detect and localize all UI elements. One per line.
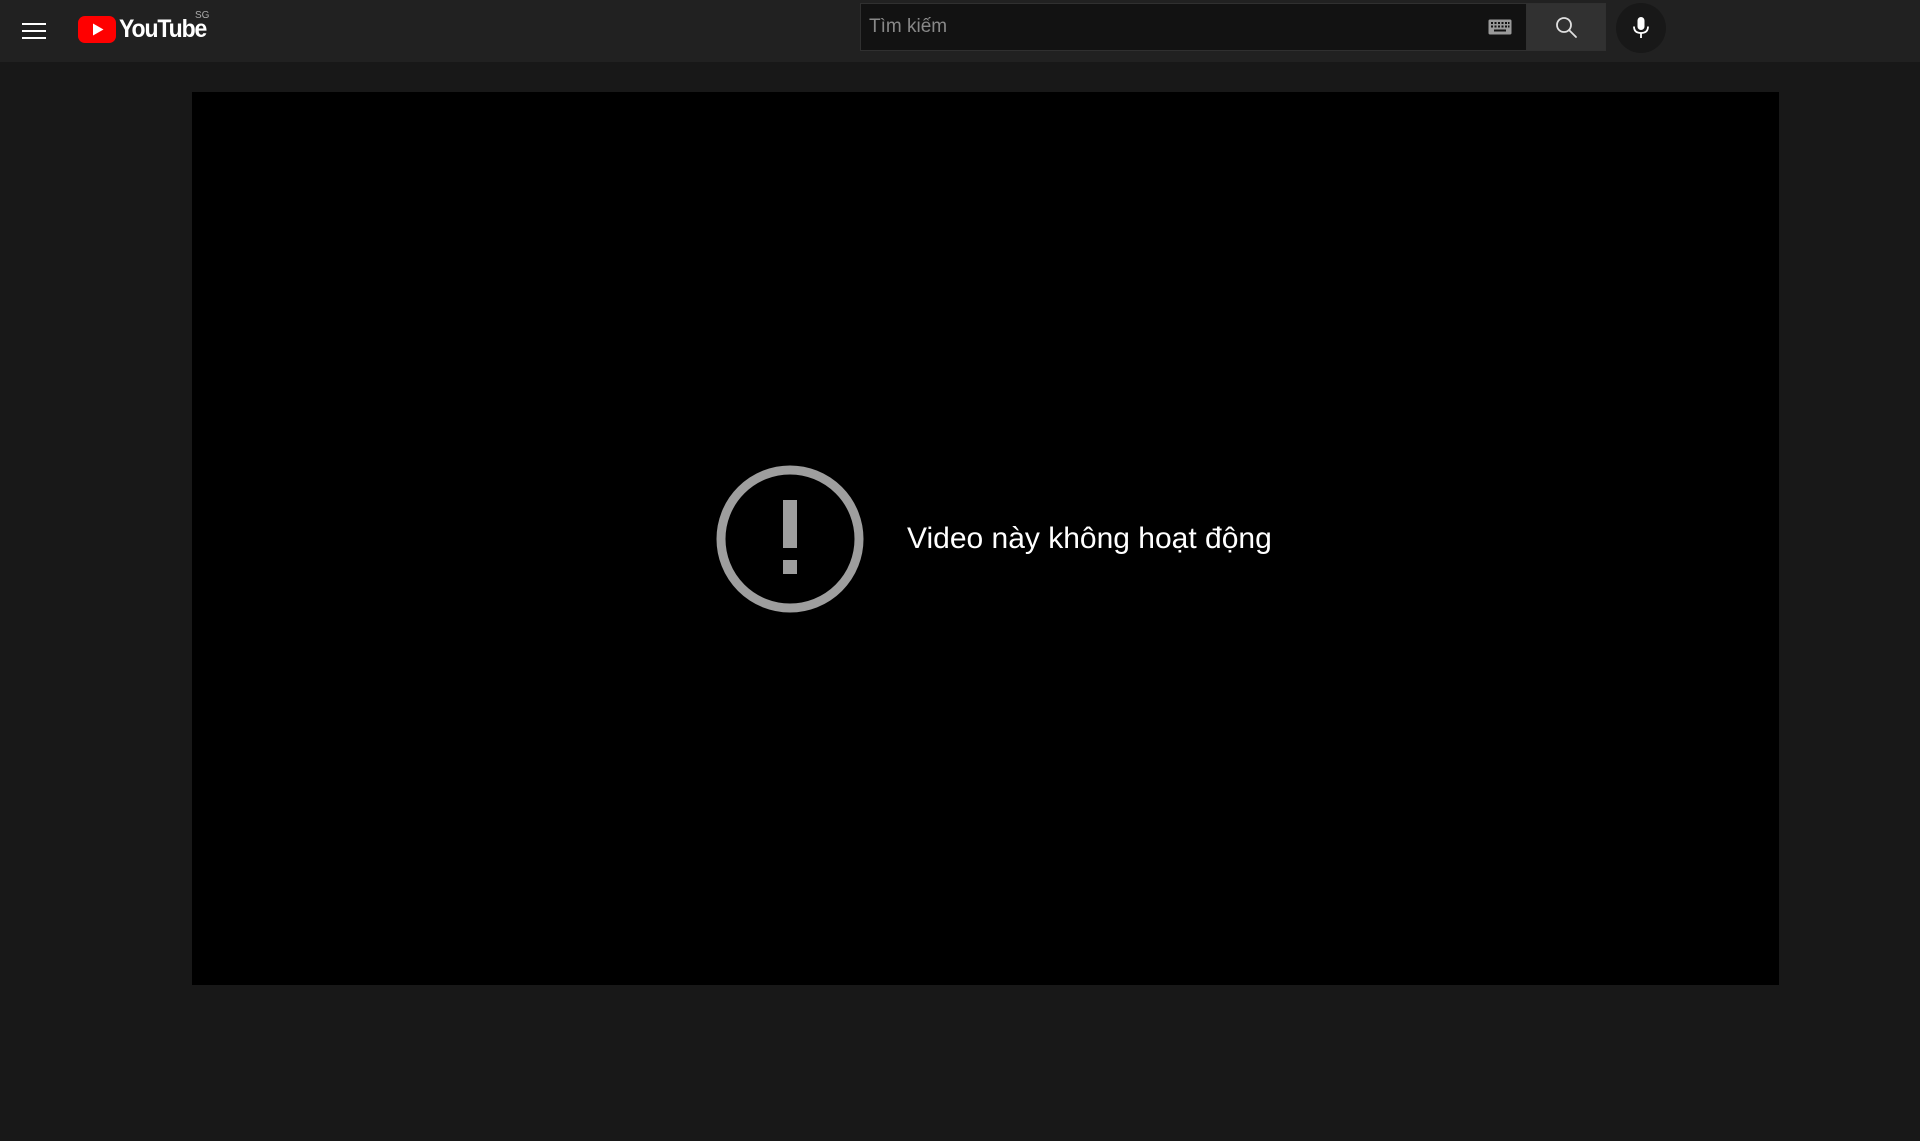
logo-wordmark: YouTube: [119, 14, 207, 43]
youtube-logo[interactable]: YouTube: [78, 14, 214, 44]
search-input[interactable]: [861, 4, 1480, 50]
masthead: YouTube SG: [0, 0, 1920, 62]
microphone-icon: [1633, 17, 1649, 38]
search-icon: [1556, 17, 1577, 38]
guide-menu-button[interactable]: [14, 11, 54, 51]
keyboard-icon: [1488, 19, 1512, 35]
search-box: [860, 3, 1527, 51]
country-code: SG: [195, 10, 210, 21]
search-button[interactable]: [1527, 3, 1606, 51]
video-player[interactable]: Video này không hoạt động: [192, 92, 1779, 985]
youtube-play-icon: [78, 15, 116, 43]
player-error: Video này không hoạt động: [715, 464, 1272, 614]
voice-search-button[interactable]: [1616, 3, 1666, 53]
alert-circle-icon: [716, 465, 864, 613]
error-message: Video này không hoạt động: [907, 522, 1272, 555]
hamburger-menu-icon: [22, 23, 46, 39]
virtual-keyboard-button[interactable]: [1480, 7, 1520, 47]
